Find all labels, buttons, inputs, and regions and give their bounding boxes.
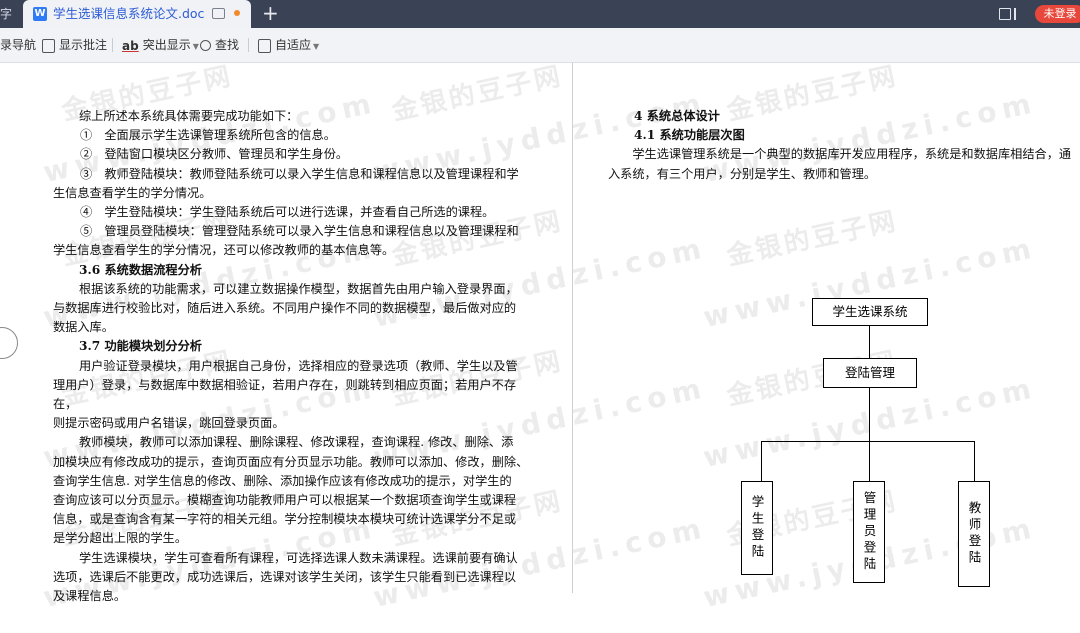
login-button[interactable]: 未登录 bbox=[1035, 5, 1080, 23]
diagram-connector bbox=[869, 325, 870, 358]
toolbar-divider bbox=[112, 38, 113, 52]
diagram-connector bbox=[974, 441, 975, 481]
paragraph-line: 查询应该可以分页显示。模糊查询功能教师用户可以根据某一个数据项查询学生或课程 bbox=[53, 493, 517, 508]
diagram-student-node: 学生登陆 bbox=[741, 481, 773, 575]
previous-tab-stub[interactable]: 字 bbox=[0, 0, 22, 28]
paragraph-line: 学生选课管理系统是一个典型的数据库开发应用程序，系统是和数据库相结合，通 bbox=[608, 147, 1072, 162]
paragraph-line: 数据入库。 bbox=[53, 320, 114, 335]
window-layout-icon[interactable] bbox=[999, 8, 1011, 20]
diagram-teacher-node: 教师登陆 bbox=[958, 481, 990, 587]
paragraph-line: 教师模块，教师可以添加课程、删除课程、修改课程，查询课程. 修改、删除、添 bbox=[79, 435, 514, 450]
paragraph-line: 是学分超出上限的学生。 bbox=[53, 531, 188, 546]
paragraph-line: 用户验证登录模块，用户根据自己身份，选择相应的登录选项（教师、学生以及管 bbox=[79, 358, 518, 373]
paragraph-line: 学生信息查看学生的学分情况，还可以修改教师的基本信息等。 bbox=[53, 243, 395, 258]
paragraph-line: 学生选课模块，学生可查看所有课程，可选择选课人数未满课程。选课前要有确认 bbox=[79, 550, 518, 565]
tab-bar: 字 W 学生选课信息系统论文.doc + 未登录 bbox=[0, 0, 1080, 28]
highlight-label: 突出显示 bbox=[142, 38, 191, 52]
new-tab-button[interactable]: + bbox=[262, 0, 279, 28]
section-heading: 3.6 系统数据流程分析 bbox=[79, 262, 202, 277]
diagram-connector bbox=[761, 441, 975, 442]
comment-icon[interactable] bbox=[212, 8, 225, 19]
paragraph-line: 及课程信息。 bbox=[53, 589, 127, 604]
paragraph-line: ⑤ 管理员登陆模块：管理登陆系统可以录入学生信息和课程信息以及管理课程和 bbox=[80, 224, 519, 239]
document-tab[interactable]: W 学生选课信息系统论文.doc bbox=[23, 0, 251, 28]
paragraph-line: 则提示密码或用户名错误，跳回登录页面。 bbox=[53, 416, 285, 431]
diagram-connector bbox=[869, 441, 870, 481]
autofit-button[interactable]: 自适应 ▼ bbox=[258, 28, 319, 62]
watermark-text: 金银的豆子网 bbox=[724, 206, 901, 272]
paragraph-line: 综上所述本系统具体需要完成功能如下： bbox=[79, 109, 299, 123]
paragraph-line: ② 登陆窗口模块区分教师、管理员和学生身份。 bbox=[80, 147, 349, 162]
chevron-down-icon: ▼ bbox=[313, 42, 320, 51]
paragraph-line: 加模块应有修改成功的提示，查询页面应有分页显示功能。教师可以添加、修改，删除、 bbox=[53, 454, 529, 469]
word-doc-icon: W bbox=[33, 7, 47, 21]
navigation-button[interactable]: 录导航 bbox=[0, 28, 36, 62]
paragraph-line: 信息，或是查询含有某一字符的相关元组。学分控制模块本模块可统计选课学分不足或 bbox=[53, 512, 517, 527]
paragraph-line: 查询学生信息. 对学生信息的修改、删除、添加操作应该有修改成功的提示，对学生的 bbox=[53, 473, 512, 488]
page-divider bbox=[572, 63, 573, 593]
autofit-label: 自适应 bbox=[275, 38, 312, 52]
chevron-down-icon: ▼ bbox=[192, 42, 199, 51]
page-icon bbox=[258, 38, 271, 53]
paragraph-line: ① 全面展示学生选课管理系统所包含的信息。 bbox=[80, 128, 336, 143]
search-icon bbox=[200, 40, 211, 51]
find-button[interactable]: 查找 bbox=[200, 28, 239, 62]
previous-page-handle[interactable] bbox=[0, 327, 18, 359]
highlight-icon: ab bbox=[122, 38, 139, 53]
paragraph-line: ④ 学生登陆模块：学生登陆系统后可以进行选课，并查看自己所选的课程。 bbox=[80, 205, 495, 220]
document-view[interactable]: 金银的豆子网 www.jyddzi.com 金银的豆子网 www.jyddzi.… bbox=[0, 61, 1080, 633]
diagram-connector bbox=[869, 387, 870, 441]
paragraph-line: 生信息查看学生的学分情况。 bbox=[53, 185, 212, 200]
paragraph-line: 入系统，有三个用户，分别是学生、教师和管理。 bbox=[608, 166, 877, 181]
paragraph-line: ③ 教师登陆模块：教师登陆系统可以录入学生信息和课程信息以及管理课程和学 bbox=[80, 166, 519, 181]
show-comments-button[interactable]: 显示批注 bbox=[42, 28, 107, 62]
show-comments-label: 显示批注 bbox=[59, 38, 108, 52]
reading-toolbar: 录导航 显示批注 ab 突出显示 ▼ 查找 自适应 ▼ bbox=[0, 28, 1080, 63]
section-heading: 4 系统总体设计 bbox=[634, 109, 720, 123]
paragraph-line: 根据该系统的功能需求，可以建立数据操作模型，数据首先由用户输入登录界面， bbox=[79, 281, 518, 296]
highlight-button[interactable]: ab 突出显示 ▼ bbox=[122, 28, 199, 62]
comments-icon bbox=[42, 38, 55, 53]
paragraph-line: 选项，选课后不能更改，成功选课后，选课对该学生关闭，该学生只能看到已选课程以 bbox=[53, 569, 517, 584]
paragraph-line: 理用户）登录，与数据库中数据相验证，若用户存在，则跳转到相应页面；若用户不存在， bbox=[53, 377, 517, 412]
diagram-login-node: 登陆管理 bbox=[823, 358, 917, 388]
right-page-text: 4 系统总体设计 4.1 系统功能层次图 学生选课管理系统是一个典型的数据库开发… bbox=[608, 107, 1080, 184]
window-split-icon[interactable] bbox=[1014, 8, 1016, 20]
subsection-heading: 4.1 系统功能层次图 bbox=[634, 128, 745, 143]
left-page-text: 综上所述本系统具体需要完成功能如下： ① 全面展示学生选课管理系统所包含的信息。 ②… bbox=[53, 107, 539, 606]
diagram-root-node: 学生选课系统 bbox=[812, 298, 928, 326]
diagram-admin-node: 管理员登陆 bbox=[853, 481, 885, 583]
navigation-label: 录导航 bbox=[0, 38, 37, 52]
toolbar-divider bbox=[248, 38, 249, 52]
document-tab-title: 学生选课信息系统论文.doc bbox=[53, 6, 205, 21]
find-label: 查找 bbox=[215, 38, 240, 52]
section-heading: 3.7 功能模块划分分析 bbox=[79, 339, 202, 354]
unsaved-dot-icon bbox=[234, 10, 240, 16]
paragraph-line: 与数据库进行校验比对，随后进入系统。不同用户操作不同的数据模型，最后做对应的 bbox=[53, 301, 517, 316]
diagram-connector bbox=[761, 441, 762, 481]
